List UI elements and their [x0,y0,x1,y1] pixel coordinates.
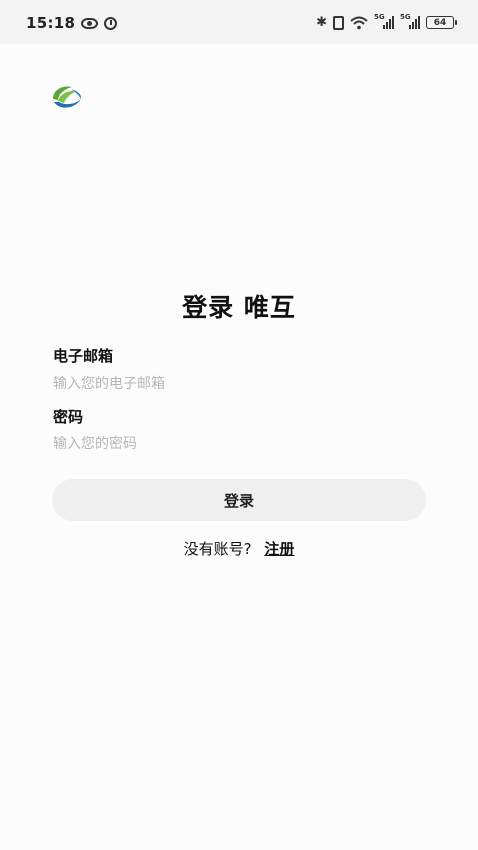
register-row: 没有账号? 注册 [0,538,478,559]
signal-icon: 5G [374,13,394,29]
status-left: 15:18 [26,14,118,32]
email-label: 电子邮箱 [53,347,114,365]
battery-level: 64 [433,17,447,28]
page-title: 登录 唯互 [182,293,296,322]
vibrate-icon [333,15,344,30]
login-button[interactable]: 登录 [52,479,426,521]
status-bar: 15:18 ✱ 5G 5G 64 [0,0,478,44]
alarm-icon [104,16,118,30]
eye-icon [81,17,99,29]
password-field[interactable] [53,432,425,456]
register-link[interactable]: 注册 [264,540,294,558]
network-type-label: 5G [374,13,385,21]
email-field[interactable] [53,372,425,396]
login-screen: 15:18 ✱ 5G 5G 64 登录 唯互 电子邮箱 输入您的电子邮箱 密码 … [0,0,478,850]
password-label: 密码 [53,408,84,426]
app-logo [53,86,82,108]
network-type-label: 5G [400,13,411,21]
wifi-icon [350,16,368,29]
status-right: ✱ 5G 5G 64 [316,13,457,30]
signal-icon: 5G [400,13,420,29]
bluetooth-icon: ✱ [316,15,327,30]
no-account-text: 没有账号? [183,540,252,558]
status-time: 15:18 [26,14,76,32]
battery-icon: 64 [426,16,457,29]
